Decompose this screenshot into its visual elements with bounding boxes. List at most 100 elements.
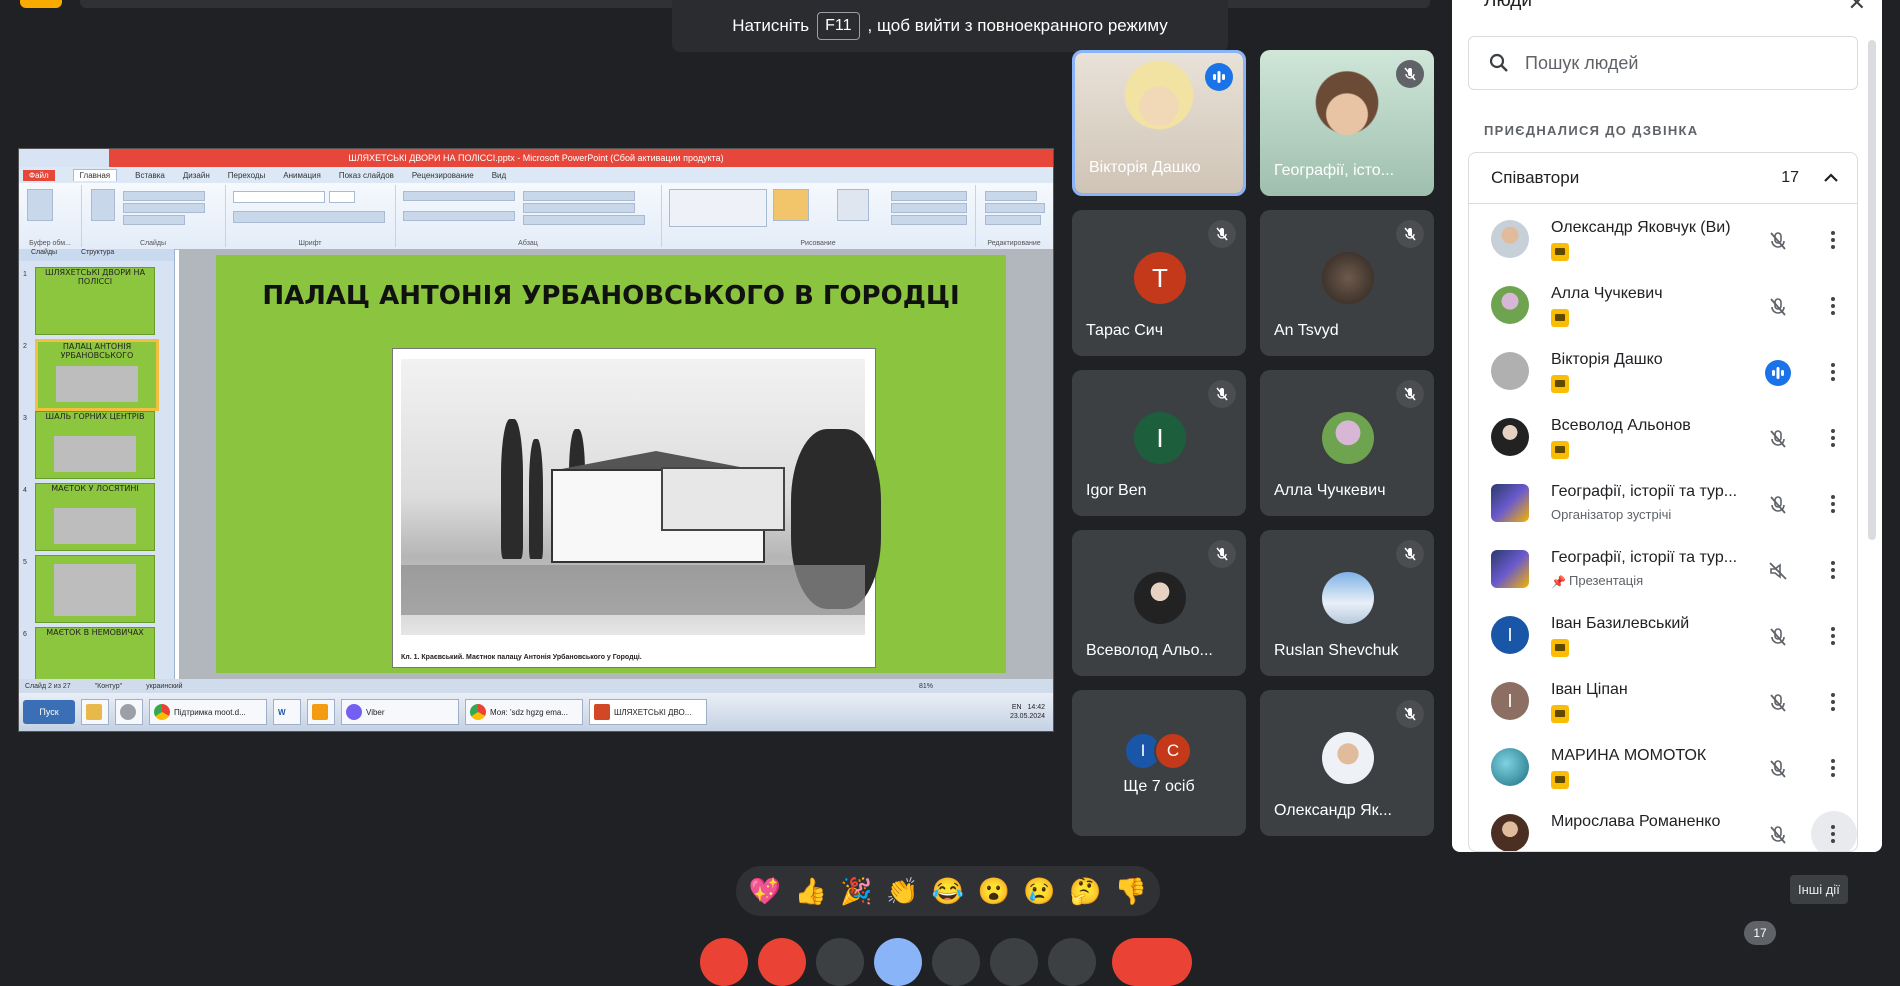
ribbon-tab-design: Дизайн: [182, 170, 210, 180]
quick-access-toolbar: [19, 149, 109, 167]
present-icon: 📌: [1551, 575, 1566, 589]
more-vert-icon[interactable]: [1821, 555, 1845, 585]
participant-tile[interactable]: Алла Чучкевич: [1260, 370, 1434, 516]
group-header[interactable]: Співавтори 17: [1469, 153, 1857, 204]
participant-tile[interactable]: An Tsvyd: [1260, 210, 1434, 356]
reaction-party[interactable]: 🎉: [840, 878, 872, 904]
more-options-button[interactable]: [1048, 938, 1096, 986]
mic-off-icon: [1765, 624, 1791, 650]
present-button[interactable]: [932, 938, 980, 986]
ribbon-group-clipboard: Буфер обм...: [19, 185, 82, 247]
panel-title: Люди: [1484, 0, 1533, 11]
more-vert-icon[interactable]: [1821, 489, 1845, 519]
ribbon-tab-animation: Анимация: [283, 170, 321, 180]
reaction-thinking[interactable]: 🤔: [1069, 878, 1101, 904]
more-vert-icon[interactable]: [1821, 357, 1845, 387]
reaction-heart[interactable]: 💖: [749, 878, 781, 904]
person-name: МАРИНА МОМОТОК: [1551, 747, 1707, 764]
list-item: Олександр Яковчук (Ви): [1469, 207, 1857, 273]
avatar: [1491, 550, 1529, 588]
captions-button[interactable]: [816, 938, 864, 986]
reaction-thumbs-down[interactable]: 👎: [1115, 878, 1147, 904]
list-item: Географії, історії та тур... Презентація…: [1469, 537, 1857, 603]
person-name: Мирослава Романенко: [1551, 813, 1721, 830]
reaction-sad[interactable]: 😢: [1023, 878, 1055, 904]
participant-tile[interactable]: Ruslan Shevchuk: [1260, 530, 1434, 676]
avatar: Т: [1134, 252, 1186, 304]
more-vert-icon[interactable]: [1821, 291, 1845, 321]
reactions-button[interactable]: [874, 938, 922, 986]
media-icon: [307, 699, 335, 725]
ribbon-group-drawing: Рисование: [661, 185, 976, 247]
participant-name: Тарас Сич: [1086, 322, 1164, 339]
fullscreen-banner: Натисніть F11 , щоб вийти з повноекранно…: [672, 0, 1228, 52]
participant-count-badge: 17: [1744, 921, 1776, 945]
ribbon-group-paragraph: Абзац: [395, 185, 662, 247]
key-hint: F11: [817, 12, 860, 40]
more-vert-icon[interactable]: [1821, 621, 1845, 651]
slide-title: ПАЛАЦ АНТОНІЯ УРБАНОВСЬКОГО В ГОРОДЦІ: [262, 281, 960, 311]
shared-screen: ШЛЯХЕТСЬКІ ДВОРИ НА ПОЛІССІ.pptx - Micro…: [18, 148, 1054, 732]
person-name: Олександр Яковчук (Ви): [1551, 219, 1731, 236]
current-slide: ПАЛАЦ АНТОНІЯ УРБАНОВСЬКОГО В ГОРОДЦІ Кл…: [216, 255, 1006, 673]
raise-hand-button[interactable]: [990, 938, 1038, 986]
mic-button[interactable]: [700, 938, 748, 986]
search-input[interactable]: [1523, 51, 1827, 75]
mic-off-icon: [1765, 426, 1791, 452]
mic-off-icon: [1765, 690, 1791, 716]
ribbon-tab-file: Файл: [23, 169, 55, 181]
participant-name: Ruslan Shevchuk: [1274, 642, 1399, 659]
list-item: І Іван Базилевський: [1469, 603, 1857, 669]
list-item: Вікторія Дашко: [1469, 339, 1857, 405]
more-vert-icon[interactable]: [1821, 819, 1845, 849]
participant-tile[interactable]: Вікторія Дашко: [1072, 50, 1246, 196]
taskbar-chrome-window-2: Моя: 'sdz hgzg ema...: [465, 699, 583, 725]
reaction-clap[interactable]: 👏: [886, 878, 918, 904]
mic-off-icon: [1765, 822, 1791, 848]
person-name: Іван Ціпан: [1551, 681, 1628, 698]
slide-thumbnail-2: ПАЛАЦ АНТОНІЯ УРБАНОВСЬКОГО: [35, 339, 159, 411]
avatar: [1322, 732, 1374, 784]
more-vert-icon[interactable]: [1821, 225, 1845, 255]
banner-text-before: Натисніть: [732, 16, 810, 35]
participant-tile[interactable]: Т Тарас Сич: [1072, 210, 1246, 356]
participant-tile[interactable]: I Igor Ben: [1072, 370, 1246, 516]
reaction-laugh[interactable]: 😂: [932, 878, 964, 904]
avatar: [1322, 412, 1374, 464]
ribbon-group-slides: Слайды: [81, 185, 226, 247]
list-item: Мирослава Романенко: [1469, 801, 1857, 851]
more-vert-icon[interactable]: [1821, 753, 1845, 783]
participant-tile[interactable]: Географії, істо...: [1260, 50, 1434, 196]
more-vert-icon[interactable]: [1821, 423, 1845, 453]
reaction-thumbs-up[interactable]: 👍: [794, 878, 826, 904]
speaking-icon: [1205, 63, 1233, 91]
camera-button[interactable]: [758, 938, 806, 986]
participant-tile[interactable]: Всеволод Альо...: [1072, 530, 1246, 676]
zoom-level: 81%: [918, 682, 933, 690]
search-box: [1468, 36, 1858, 90]
ribbon-group-font: Шрифт: [225, 185, 396, 247]
ribbon-tab-slideshow: Показ слайдов: [338, 170, 394, 180]
panel-scrollbar[interactable]: [1868, 40, 1876, 540]
person-name: Вікторія Дашко: [1551, 351, 1663, 368]
mic-off-icon: [1765, 492, 1791, 518]
ribbon: Буфер обм... Слайды Шрифт Абзац Рисовани…: [19, 183, 1053, 250]
participant-tile[interactable]: Олександр Як...: [1260, 690, 1434, 836]
leave-call-button[interactable]: [1112, 938, 1192, 986]
participant-name: Всеволод Альо...: [1086, 642, 1213, 659]
avatar: [1491, 352, 1529, 390]
taskbar-viber: Viber: [341, 699, 459, 725]
mic-off-icon: [1396, 220, 1424, 248]
person-role: Організатор зустрічі: [1551, 507, 1672, 522]
list-item: І Іван Ціпан: [1469, 669, 1857, 735]
mic-off-icon: [1396, 60, 1424, 88]
avatar: І: [1491, 682, 1529, 720]
slide-thumbnail-3: ШАЛЬ ГОРНИХ ЦЕНТРІВ: [35, 411, 155, 479]
close-icon[interactable]: ✕: [1848, 0, 1866, 16]
more-participants-tile[interactable]: I С Ще 7 осіб: [1072, 690, 1246, 836]
mic-off-icon: [1208, 380, 1236, 408]
reaction-surprised[interactable]: 😮: [978, 878, 1010, 904]
collaborator-badge-icon: [1551, 243, 1569, 261]
more-vert-icon[interactable]: [1821, 687, 1845, 717]
avatar: [1491, 748, 1529, 786]
